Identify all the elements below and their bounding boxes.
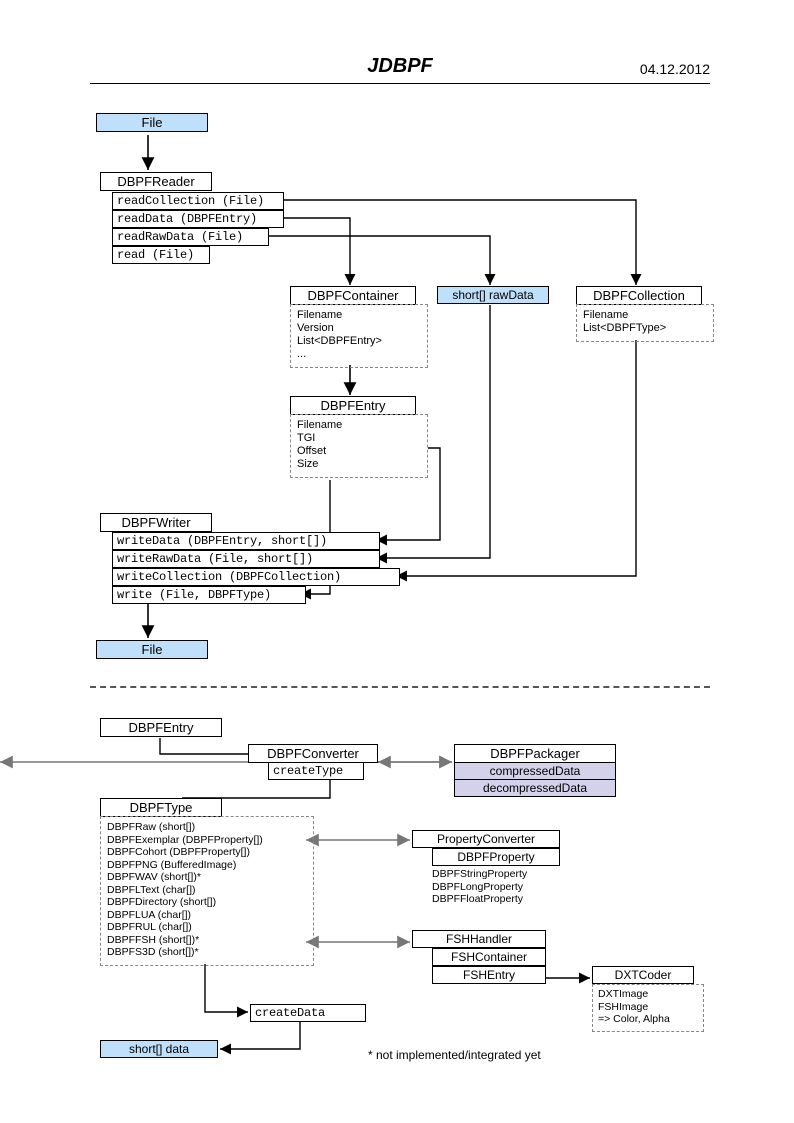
dbpftype-i5: DBPFLText (char[]) (107, 884, 307, 897)
entry-f3: Size (297, 458, 421, 471)
collection-f0: Filename (583, 309, 707, 322)
packager-row2: decompressedData (454, 779, 616, 797)
dxtcoder-title: DXTCoder (592, 966, 694, 984)
dbpfcollection-title: DBPFCollection (576, 286, 702, 305)
container-f3: ... (297, 348, 421, 361)
fshcontainer-title-text: FSHContainer (433, 949, 545, 965)
fshhandler-title-text: FSHHandler (413, 931, 545, 947)
dbpfconverter-title-text: DBPFConverter (249, 745, 377, 762)
dbpfentry2-box: DBPFEntry (100, 718, 222, 737)
dbpftype-i3: DBPFPNG (BufferedImage) (107, 859, 307, 872)
dbpfreader-title-text: DBPFReader (101, 173, 211, 190)
propconverter-title: PropertyConverter (412, 830, 560, 848)
rawdata-box: short[] rawData (437, 286, 549, 304)
reader-method-2: readRawData (File) (112, 228, 269, 246)
dbpfwriter-title-text: DBPFWriter (101, 514, 211, 531)
reader-method-1: readData (DBPFEntry) (112, 210, 284, 228)
dxt-i1: FSHImage (598, 1001, 698, 1014)
createdata-method: createData (250, 1004, 366, 1022)
file-top-label: File (97, 114, 207, 131)
writer-method-2: writeCollection (DBPFCollection) (112, 568, 400, 586)
prop-i0: DBPFStringProperty (432, 868, 527, 881)
prop-i2: DBPFFloatProperty (432, 893, 527, 906)
propconverter-title-text: PropertyConverter (413, 831, 559, 847)
packager-row1-text: compressedData (455, 763, 615, 779)
dbpfproperty-title-text: DBPFProperty (433, 849, 559, 865)
dbpfcollection-fields: Filename List<DBPFType> (576, 304, 714, 342)
dxtcoder-items: DXTImage FSHImage => Color, Alpha (592, 984, 704, 1032)
container-f0: Filename (297, 309, 421, 322)
reader-method-0: readCollection (File) (112, 192, 284, 210)
file-bottom-label: File (97, 641, 207, 658)
dbpftype-i4: DBPFWAV (short[])* (107, 871, 307, 884)
footnote: * not implemented/integrated yet (368, 1048, 541, 1062)
dbpfcontainer-title: DBPFContainer (290, 286, 416, 305)
dbpftype-i9: DBPFFSH (short[])* (107, 934, 307, 947)
entry-f0: Filename (297, 419, 421, 432)
dbpfcontainer-fields: Filename Version List<DBPFEntry> ... (290, 304, 428, 368)
dbpftype-i0: DBPFRaw (short[]) (107, 821, 307, 834)
writer-method-3: write (File, DBPFType) (112, 586, 306, 604)
rawdata-text: short[] rawData (438, 287, 548, 303)
dbpftype-title: DBPFType (100, 798, 222, 817)
dbpftype-title-text: DBPFType (101, 799, 221, 816)
dxt-i0: DXTImage (598, 988, 698, 1001)
fshentry-title-text: FSHEntry (433, 967, 545, 983)
prop-i1: DBPFLongProperty (432, 881, 527, 894)
shortdata-text: short[] data (101, 1041, 217, 1057)
dbpfproperty-title: DBPFProperty (432, 848, 560, 866)
packager-row2-text: decompressedData (455, 780, 615, 796)
container-f1: Version (297, 322, 421, 335)
dbpfentry-title-text: DBPFEntry (291, 397, 415, 414)
file-bottom-box: File (96, 640, 208, 659)
collection-f1: List<DBPFType> (583, 322, 707, 335)
dbpftype-i2: DBPFCohort (DBPFProperty[]) (107, 846, 307, 859)
dbpftype-i10: DBPFS3D (short[])* (107, 946, 307, 959)
entry-f1: TGI (297, 432, 421, 445)
dbpfreader-title: DBPFReader (100, 172, 212, 191)
fshhandler-title: FSHHandler (412, 930, 546, 948)
dbpftype-i6: DBPFDirectory (short[]) (107, 896, 307, 909)
dbpfentry2-text: DBPFEntry (101, 719, 221, 736)
dbpfentry-fields: Filename TGI Offset Size (290, 414, 428, 478)
dbpfconverter-title: DBPFConverter (248, 744, 378, 763)
reader-method-3: read (File) (112, 246, 210, 264)
writer-method-1: writeRawData (File, short[]) (112, 550, 380, 568)
dbpftype-items: DBPFRaw (short[]) DBPFExemplar (DBPFProp… (100, 816, 314, 966)
packager-row1: compressedData (454, 762, 616, 780)
dbpfcollection-title-text: DBPFCollection (577, 287, 701, 304)
container-f2: List<DBPFEntry> (297, 335, 421, 348)
dbpfwriter-title: DBPFWriter (100, 513, 212, 532)
fshcontainer-title: FSHContainer (432, 948, 546, 966)
dbpfpackager-title-text: DBPFPackager (455, 745, 615, 762)
file-top-box: File (96, 113, 208, 132)
shortdata-box: short[] data (100, 1040, 218, 1058)
dbpftype-i1: DBPFExemplar (DBPFProperty[]) (107, 834, 307, 847)
dbpftype-i7: DBPFLUA (char[]) (107, 909, 307, 922)
converter-method: createType (268, 762, 364, 780)
writer-method-0: writeData (DBPFEntry, short[]) (112, 532, 380, 550)
entry-f2: Offset (297, 445, 421, 458)
dbpftype-i8: DBPFRUL (char[]) (107, 921, 307, 934)
fshentry-title: FSHEntry (432, 966, 546, 984)
propconverter-items: DBPFStringProperty DBPFLongProperty DBPF… (432, 868, 527, 906)
dxtcoder-title-text: DXTCoder (593, 967, 693, 983)
dbpfpackager-title: DBPFPackager (454, 744, 616, 763)
dxt-i2: => Color, Alpha (598, 1013, 698, 1026)
section-divider (90, 686, 710, 688)
dbpfentry-title: DBPFEntry (290, 396, 416, 415)
dbpfcontainer-title-text: DBPFContainer (291, 287, 415, 304)
